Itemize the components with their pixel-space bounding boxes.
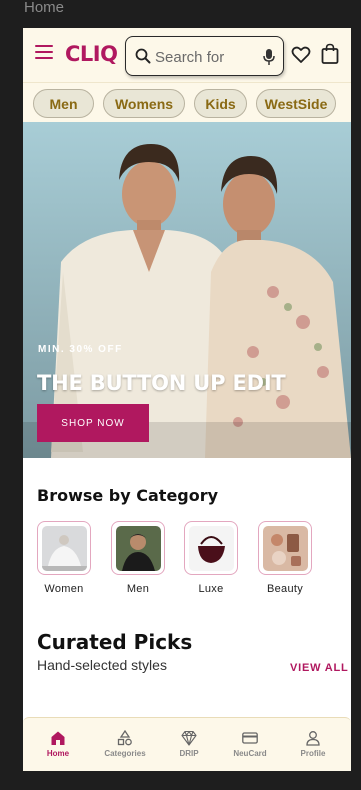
search-input[interactable]: [155, 46, 259, 68]
nav-neucard[interactable]: NeuCard: [218, 718, 282, 771]
category-chip-bar: Men Womens Kids WestSide: [23, 82, 351, 122]
curated-subtitle: Hand-selected styles: [37, 657, 167, 673]
search-bar[interactable]: [125, 36, 284, 76]
nav-label-home: Home: [46, 749, 70, 758]
frame-label: Home: [24, 0, 65, 16]
nav-categories[interactable]: Categories: [93, 718, 157, 771]
categories-icon: [117, 730, 132, 746]
nav-label-profile: Profile: [300, 749, 326, 758]
hero-banner[interactable]: MIN. 30% OFF THE BUTTON UP EDIT SHOP NOW: [23, 122, 351, 458]
card-icon: [242, 732, 258, 744]
category-tile-beauty[interactable]: [258, 521, 312, 575]
bottom-navigation: Home Categories DRIP NeuCard Profile: [23, 717, 351, 771]
menu-icon[interactable]: [35, 45, 53, 63]
category-label-beauty: Beauty: [266, 583, 304, 595]
search-icon: [135, 48, 151, 64]
luxe-thumbnail: [189, 526, 234, 571]
top-header: CLIQ: [23, 28, 351, 82]
nav-drip[interactable]: DRIP: [157, 718, 221, 771]
app-screen: CLIQ Men Womens Kids WestSide: [23, 28, 351, 771]
category-tile-luxe[interactable]: [184, 521, 238, 575]
heart-icon[interactable]: [291, 45, 311, 65]
promo-title: THE BUTTON UP EDIT: [37, 371, 286, 395]
women-thumbnail: [42, 526, 87, 571]
shop-now-button[interactable]: SHOP NOW: [37, 404, 149, 442]
browse-section-title: Browse by Category: [37, 486, 219, 505]
promo-subtitle: MIN. 30% OFF: [38, 344, 123, 355]
bag-icon[interactable]: [320, 43, 340, 65]
category-label-men: Men: [126, 583, 150, 595]
profile-icon: [306, 731, 320, 746]
home-icon: [51, 731, 65, 745]
mic-icon[interactable]: [262, 48, 276, 66]
category-label-luxe: Luxe: [198, 583, 224, 595]
category-tile-men[interactable]: [111, 521, 165, 575]
beauty-thumbnail: [263, 526, 308, 571]
curated-section-title: Curated Picks: [37, 630, 193, 654]
category-tile-women[interactable]: [37, 521, 91, 575]
nav-label-neucard: NeuCard: [233, 749, 267, 758]
nav-label-drip: DRIP: [179, 749, 199, 758]
brand-logo[interactable]: CLIQ: [65, 42, 118, 66]
chip-westside[interactable]: WestSide: [256, 89, 336, 118]
category-label-women: Women: [44, 583, 84, 595]
nav-home[interactable]: Home: [26, 718, 90, 771]
chip-men[interactable]: Men: [33, 89, 94, 118]
diamond-icon: [181, 730, 197, 746]
nav-profile[interactable]: Profile: [281, 718, 345, 771]
chip-kids[interactable]: Kids: [194, 89, 247, 118]
view-all-link[interactable]: VIEW ALL: [290, 662, 349, 674]
men-thumbnail: [116, 526, 161, 571]
nav-label-categories: Categories: [104, 749, 146, 758]
chip-womens[interactable]: Womens: [103, 89, 185, 118]
